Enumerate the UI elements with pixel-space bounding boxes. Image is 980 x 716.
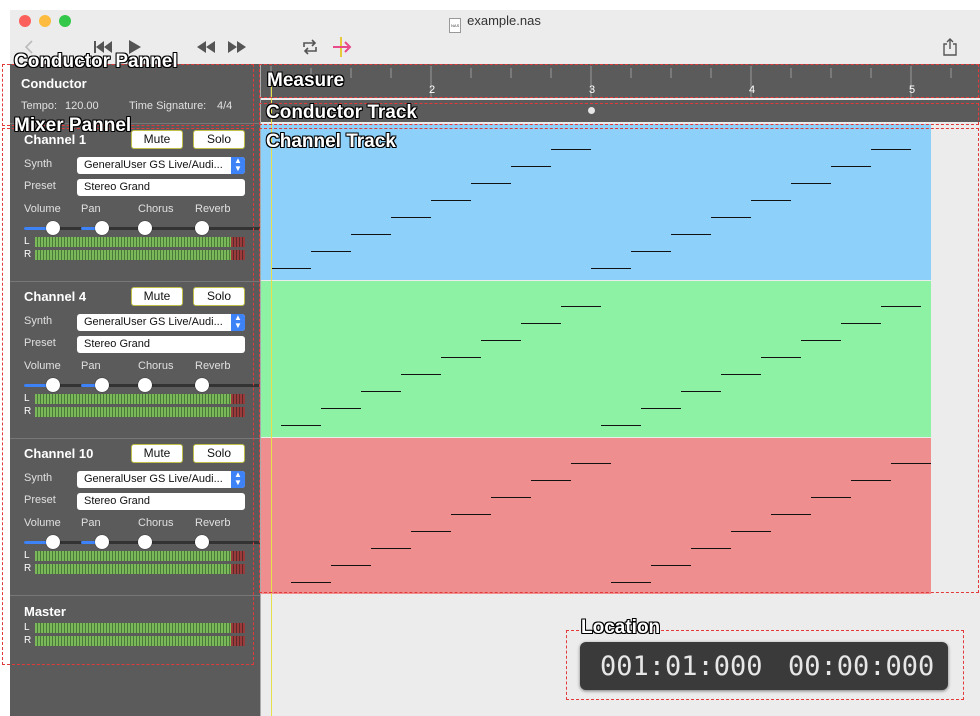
title-bar: NAS example.nas [10,10,980,33]
window-title: NAS example.nas [10,13,980,33]
channel-track-annotation: Channel Track [266,131,396,152]
conductor-track-annotation: Conductor Track [266,102,417,123]
follow-playhead-button[interactable] [332,37,354,61]
loop-icon [303,39,317,55]
rewind-button[interactable] [196,39,216,59]
playhead-follow-icon [333,37,352,57]
share-button[interactable] [942,38,958,60]
conductor-panel-annotation: Conductor Pannel [14,51,178,72]
fast-forward-button[interactable] [227,39,247,59]
measure-annotation: Measure [267,70,345,91]
location-annotation-box [566,630,964,700]
document-icon: NAS [449,18,462,33]
rewind-icon [197,41,215,53]
mixer-panel-annotation-box [2,128,254,665]
channel-track-annotation-box [259,128,979,593]
share-icon [943,38,957,56]
location-annotation: Location [581,617,661,638]
window-title-text: example.nas [467,13,541,28]
loop-button[interactable] [301,38,319,60]
fast-forward-icon [228,41,246,53]
mixer-panel-annotation: Mixer Pannel [14,115,132,136]
measure-annotation-box [259,64,979,98]
